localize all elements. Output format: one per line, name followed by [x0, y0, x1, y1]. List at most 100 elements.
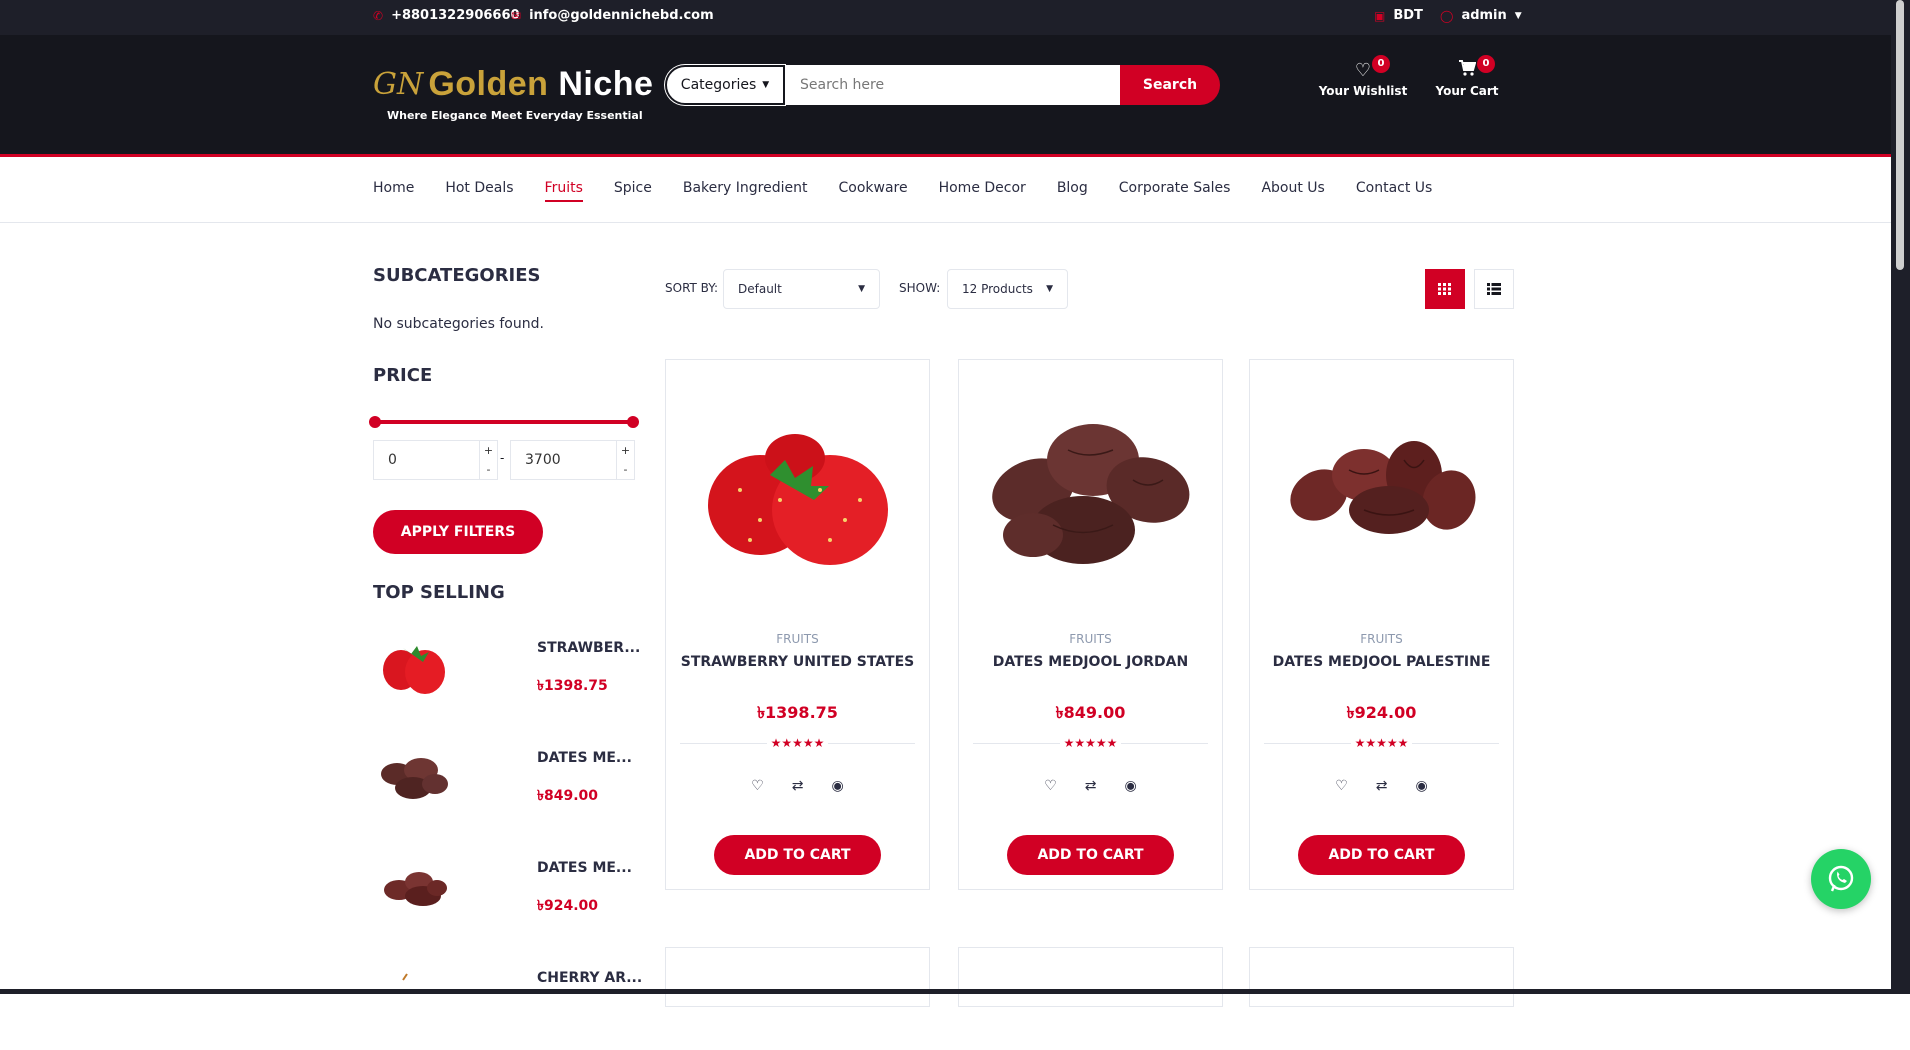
price-heading: PRICE	[373, 365, 433, 386]
wishlist-count-badge: 0	[1372, 55, 1390, 73]
minus-icon[interactable]: -	[480, 460, 497, 479]
compare-icon[interactable]: ⇄	[1085, 778, 1097, 794]
product-card-partial[interactable]	[1249, 947, 1514, 1007]
range-handle-min[interactable]	[369, 416, 381, 428]
caret-down-icon: ▼	[1046, 284, 1053, 294]
add-to-cart-button[interactable]: ADD TO CART	[1298, 835, 1465, 875]
nav-item-hot-deals[interactable]: Hot Deals	[445, 180, 513, 200]
nav-item-home[interactable]: Home	[373, 180, 414, 200]
product-card[interactable]: FRUITS STRAWBERRY UNITED STATES ৳1398.75…	[665, 359, 930, 890]
add-to-cart-button[interactable]: ADD TO CART	[1007, 835, 1174, 875]
currency-text: BDT	[1393, 8, 1423, 23]
product-name[interactable]: STRAWBERRY UNITED STATES	[666, 654, 929, 670]
product-card[interactable]: FRUITS DATES MEDJOOL JORDAN ৳849.00 ★★★★…	[958, 359, 1223, 890]
caret-down-icon: ▼	[1514, 10, 1522, 21]
top-selling-item[interactable]: STRAWBER... ৳1398.75	[373, 630, 640, 720]
add-to-wishlist-icon[interactable]: ♡	[751, 778, 764, 794]
product-category: FRUITS	[1069, 632, 1112, 646]
logo-tagline: Where Elegance Meet Everyday Essential	[387, 109, 643, 122]
logo[interactable]: GN Golden Niche Where Elegance Meet Ever…	[373, 65, 654, 122]
nav-item-cookware[interactable]: Cookware	[838, 180, 907, 200]
whatsapp-chat-button[interactable]	[1811, 849, 1871, 909]
range-separator: -	[500, 451, 505, 465]
price-min-value: 0	[388, 452, 397, 468]
product-category: FRUITS	[776, 632, 819, 646]
show-select[interactable]: 12 Products ▼	[947, 269, 1068, 309]
price-min-input[interactable]: 0 + -	[373, 440, 498, 480]
apply-filters-button[interactable]: APPLY FILTERS	[373, 510, 543, 554]
top-bar: ✆ +8801322906660 ✉ info@goldennichebd.co…	[0, 0, 1891, 35]
top-selling-item[interactable]: CHERRY AR...	[373, 960, 642, 1050]
cart-label: Your Cart	[1435, 84, 1499, 98]
list-view-button[interactable]	[1474, 269, 1514, 309]
quick-view-eye-icon[interactable]: ◉	[832, 778, 844, 794]
product-name[interactable]: DATES MEDJOOL PALESTINE	[1250, 654, 1513, 670]
caret-down-icon: ▼	[858, 284, 865, 294]
top-selling-item[interactable]: DATES ME... ৳849.00	[373, 740, 635, 830]
currency-link[interactable]: ▣ BDT	[1374, 8, 1423, 23]
search-form: Categories ▼ Search	[665, 65, 1220, 105]
nav-list: Home Hot Deals Fruits Spice Bakery Ingre…	[373, 180, 1432, 202]
nav-item-fruits[interactable]: Fruits	[544, 180, 584, 202]
categories-select[interactable]: Categories ▼	[665, 65, 785, 105]
top-selling-item[interactable]: DATES ME... ৳924.00	[373, 850, 635, 940]
plus-icon[interactable]: +	[480, 441, 497, 460]
account-dropdown[interactable]: ◯ admin ▼	[1440, 8, 1522, 23]
list-icon	[1487, 283, 1501, 295]
cart-link[interactable]: Your Cart 0	[1422, 55, 1512, 98]
nav-item-spice[interactable]: Spice	[614, 180, 652, 200]
price-max-stepper[interactable]: + -	[616, 441, 634, 479]
compare-icon[interactable]: ⇄	[1376, 778, 1388, 794]
quick-view-eye-icon[interactable]: ◉	[1125, 778, 1137, 794]
nav-item-about-us[interactable]: About Us	[1261, 180, 1324, 200]
plus-icon[interactable]: +	[617, 441, 634, 460]
phone-link[interactable]: ✆ +8801322906660	[373, 8, 520, 23]
email-link[interactable]: ✉ info@goldennichebd.com	[511, 8, 714, 23]
product-card-partial[interactable]	[665, 947, 930, 1007]
logo-word-niche: Niche	[558, 65, 654, 103]
minus-icon[interactable]: -	[617, 460, 634, 479]
range-handle-max[interactable]	[627, 416, 639, 428]
nav-item-corporate-sales[interactable]: Corporate Sales	[1119, 180, 1231, 200]
nav-item-home-decor[interactable]: Home Decor	[939, 180, 1026, 200]
cart-count-badge: 0	[1477, 55, 1495, 73]
page-scrollbar[interactable]	[1891, 0, 1910, 994]
quick-view-eye-icon[interactable]: ◉	[1416, 778, 1428, 794]
no-subcategories-text: No subcategories found.	[373, 316, 544, 332]
dates-thumbnail	[384, 872, 447, 906]
show-value: 12 Products	[962, 282, 1033, 296]
categories-label: Categories	[680, 77, 757, 93]
search-input[interactable]	[785, 65, 1120, 105]
grid-view-button[interactable]	[1425, 269, 1465, 309]
top-selling-name: DATES ME...	[537, 860, 632, 876]
account-name: admin	[1461, 8, 1507, 23]
nav-item-bakery-ingredient[interactable]: Bakery Ingredient	[683, 180, 808, 200]
add-to-cart-button[interactable]: ADD TO CART	[714, 835, 881, 875]
wishlist-link[interactable]: ♡ Your Wishlist 0	[1318, 55, 1408, 98]
search-button[interactable]: Search	[1120, 65, 1220, 105]
price-max-input[interactable]: 3700 + -	[510, 440, 635, 480]
cherry-thumbnail	[402, 973, 408, 981]
grid-icon	[1438, 283, 1451, 295]
nav-item-contact-us[interactable]: Contact Us	[1356, 180, 1432, 200]
envelope-icon: ✉	[511, 8, 522, 23]
top-selling-name: DATES ME...	[537, 750, 632, 766]
product-card-partial[interactable]	[958, 947, 1223, 1007]
product-actions: ♡ ⇄ ◉	[1250, 778, 1513, 794]
nav-item-blog[interactable]: Blog	[1057, 180, 1088, 200]
product-name[interactable]: DATES MEDJOOL JORDAN	[959, 654, 1222, 670]
main-header: GN Golden Niche Where Elegance Meet Ever…	[0, 35, 1891, 157]
sort-value: Default	[738, 282, 782, 296]
price-min-stepper[interactable]: + -	[479, 441, 497, 479]
add-to-wishlist-icon[interactable]: ♡	[1335, 778, 1348, 794]
compare-icon[interactable]: ⇄	[792, 778, 804, 794]
sort-select[interactable]: Default ▼	[723, 269, 880, 309]
top-selling-name: STRAWBER...	[537, 640, 641, 656]
price-range-slider[interactable]	[369, 416, 639, 428]
scrollbar-thumb[interactable]	[1896, 0, 1904, 270]
product-category: FRUITS	[1360, 632, 1403, 646]
product-card[interactable]: FRUITS DATES MEDJOOL PALESTINE ৳924.00 ★…	[1249, 359, 1514, 890]
dates-image	[992, 424, 1190, 564]
add-to-wishlist-icon[interactable]: ♡	[1044, 778, 1057, 794]
money-icon: ▣	[1374, 8, 1386, 23]
